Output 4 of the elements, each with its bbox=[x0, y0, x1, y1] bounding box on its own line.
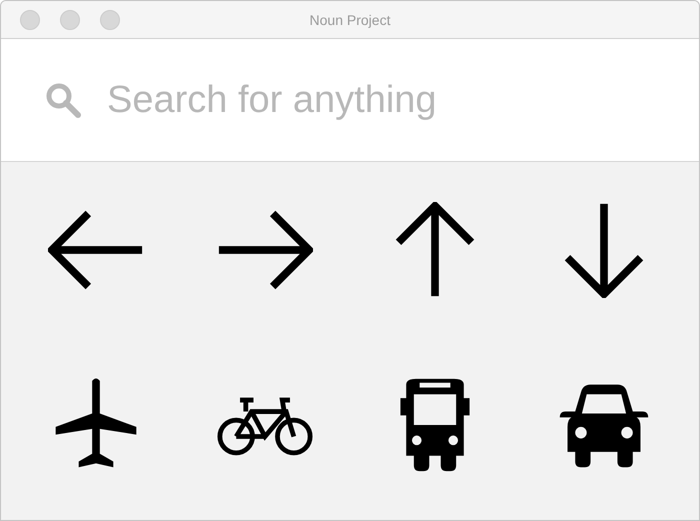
search-field[interactable]: Search for anything bbox=[107, 78, 667, 122]
search-bar[interactable]: Search for anything bbox=[1, 39, 699, 162]
search-icon bbox=[45, 82, 81, 118]
window-title: Noun Project bbox=[310, 12, 390, 28]
